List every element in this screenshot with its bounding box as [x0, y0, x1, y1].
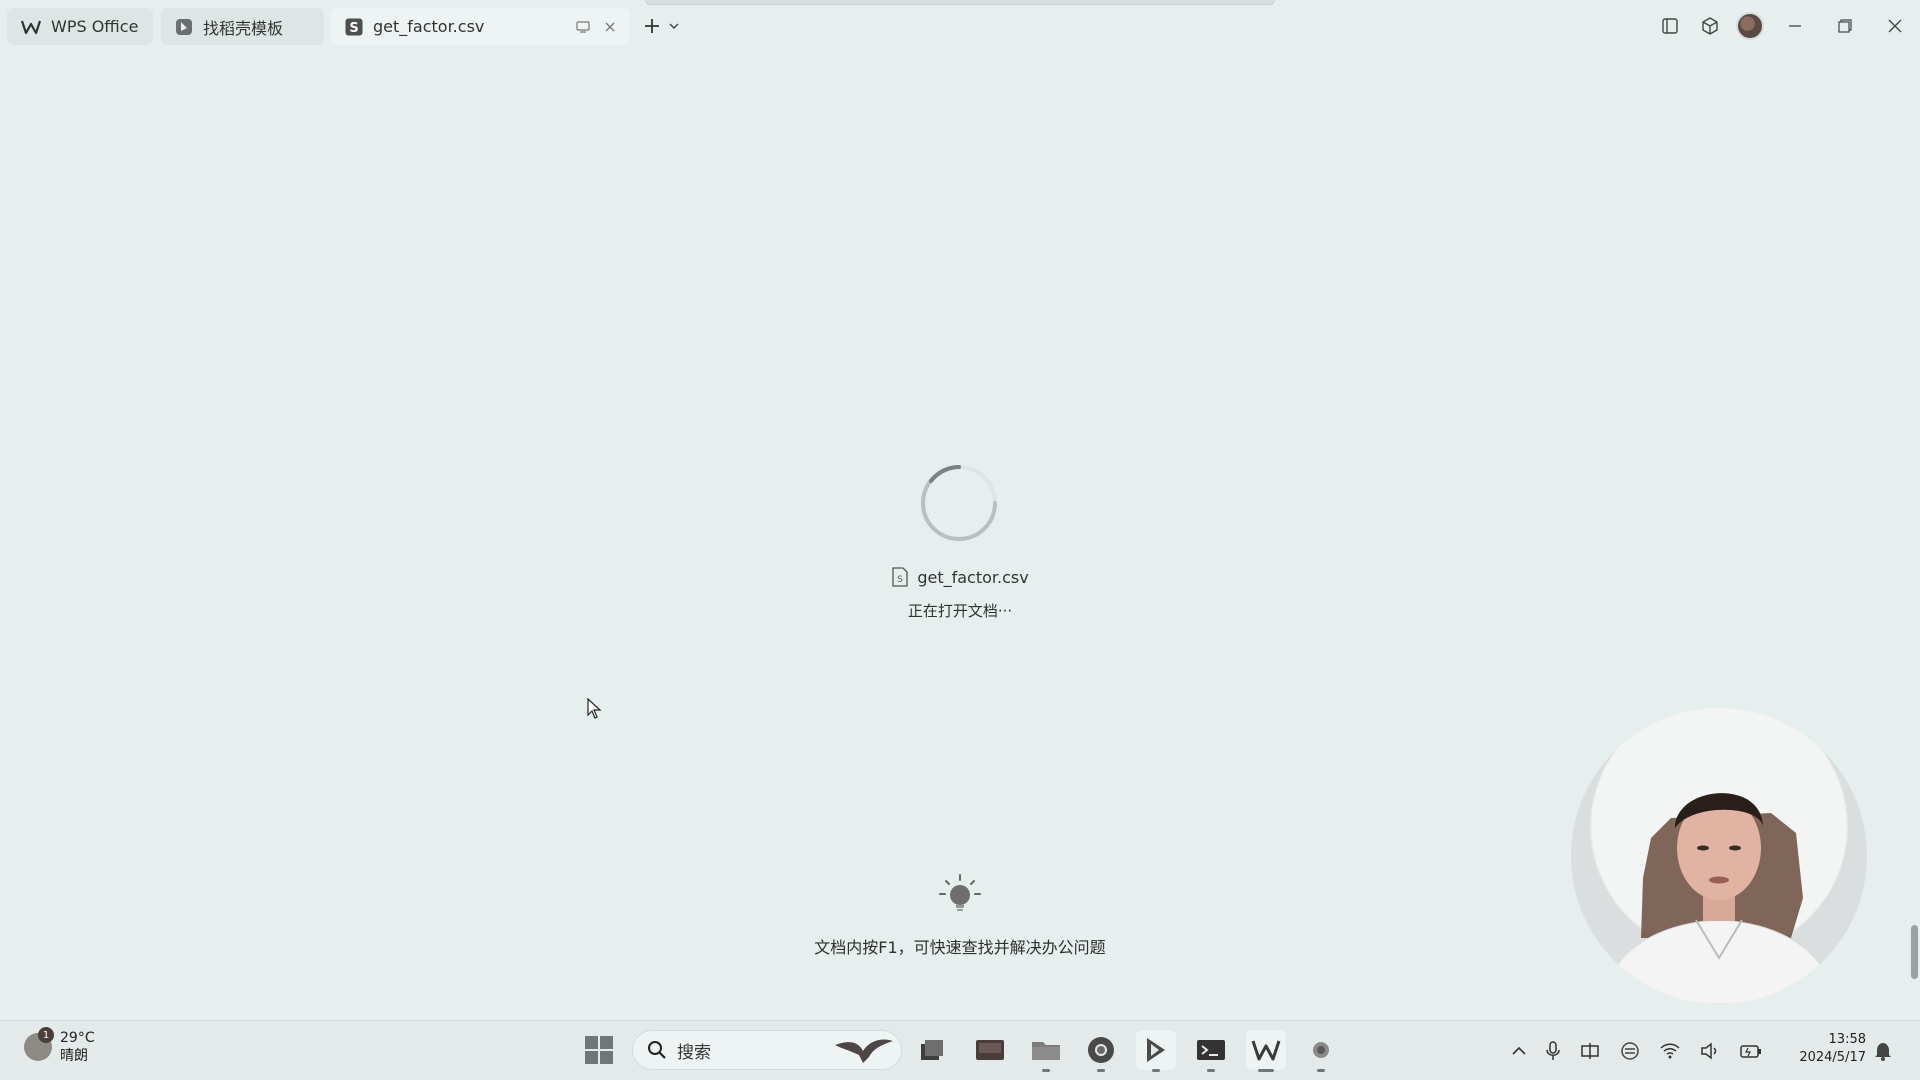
weather-widget[interactable]: 1 29°C 晴朗	[24, 1027, 95, 1065]
close-window-button[interactable]	[1870, 6, 1920, 46]
start-button[interactable]	[584, 1035, 614, 1065]
restore-button[interactable]	[1820, 6, 1870, 46]
tab-wps-office[interactable]: WPS Office	[7, 8, 153, 45]
notification-bell-icon[interactable]	[1874, 1041, 1892, 1065]
svg-text:S: S	[897, 575, 903, 585]
clock-time: 13:58	[1828, 1032, 1866, 1047]
opening-status-text: 正在打开文档···	[907, 602, 1013, 620]
tab-get-factor-csv[interactable]: S get_factor.csv	[331, 8, 630, 45]
wps-logo-icon	[21, 19, 41, 35]
system-clock[interactable]: 13:58 2024/5/17	[1790, 1031, 1866, 1067]
app-tray-icon[interactable]	[1620, 1041, 1640, 1061]
tab-label: get_factor.csv	[373, 17, 485, 36]
taskbar-app-recorder[interactable]	[1301, 1030, 1341, 1072]
tab-label: WPS Office	[51, 17, 139, 36]
taskbar-app-chrome[interactable]	[1081, 1030, 1121, 1072]
spreadsheet-file-icon: S	[891, 567, 909, 587]
weather-icon: 1	[24, 1027, 54, 1061]
tab-label: 找稻壳模板	[203, 18, 284, 38]
taskbar-app-terminal[interactable]	[1191, 1030, 1231, 1072]
chevron-down-icon[interactable]	[669, 22, 679, 30]
taskbar-app-file-explorer[interactable]	[1026, 1030, 1066, 1072]
weather-temperature: 29°C	[60, 1030, 95, 1046]
opening-file-name: get_factor.csv	[917, 567, 1029, 587]
window-mode-icon[interactable]	[576, 20, 590, 33]
layout-icon[interactable]	[1650, 6, 1690, 46]
tab-docer-templates[interactable]: 找稻壳模板	[161, 8, 324, 45]
volume-icon[interactable]	[1700, 1042, 1720, 1060]
close-tab-icon[interactable]	[604, 21, 616, 33]
battery-icon[interactable]	[1740, 1043, 1762, 1059]
docer-template-icon	[175, 18, 193, 36]
window-controls	[1650, 0, 1920, 52]
user-avatar[interactable]	[1730, 6, 1770, 46]
taskbar-app-editor[interactable]	[1136, 1030, 1176, 1072]
loading-spinner	[919, 463, 999, 543]
microphone-icon[interactable]	[1546, 1041, 1560, 1061]
lightbulb-icon	[936, 872, 984, 920]
wifi-icon[interactable]	[1660, 1043, 1680, 1059]
clock-date: 2024/5/17	[1799, 1050, 1866, 1065]
floating-toolbar-edge	[645, 0, 1275, 5]
scroll-handle[interactable]	[1911, 925, 1918, 979]
spreadsheet-s-icon: S	[345, 18, 363, 36]
input-method-icon[interactable]	[1580, 1042, 1600, 1060]
title-bar: WPS Office 找稻壳模板 S get_factor.csv	[0, 0, 1920, 52]
taskbar-app-wps[interactable]	[1246, 1030, 1286, 1072]
search-icon	[647, 1040, 667, 1060]
weather-condition: 晴朗	[60, 1048, 88, 1064]
svg-text:S: S	[349, 21, 358, 36]
avatar	[1736, 12, 1764, 40]
weather-badge: 1	[38, 1027, 54, 1043]
taskbar-app-notes[interactable]	[912, 1030, 952, 1070]
taskbar-app-media[interactable]	[970, 1030, 1010, 1070]
new-tab-plus-icon[interactable]	[643, 17, 661, 35]
chevron-up-icon[interactable]	[1512, 1046, 1526, 1056]
system-tray	[1512, 1021, 1762, 1080]
search-highlight-bird-icon	[833, 1035, 895, 1072]
mouse-cursor-icon	[587, 697, 603, 724]
taskbar-search[interactable]: 搜索	[632, 1030, 902, 1070]
webcam-video-overlay	[1571, 708, 1867, 1004]
minimize-button[interactable]	[1770, 6, 1820, 46]
taskbar: 1 29°C 晴朗 搜索 13:58 2024/5/17	[0, 1020, 1920, 1080]
search-placeholder: 搜索	[677, 1042, 711, 1063]
opening-file-row: S get_factor.csv	[0, 567, 1920, 587]
cube-icon[interactable]	[1690, 6, 1730, 46]
